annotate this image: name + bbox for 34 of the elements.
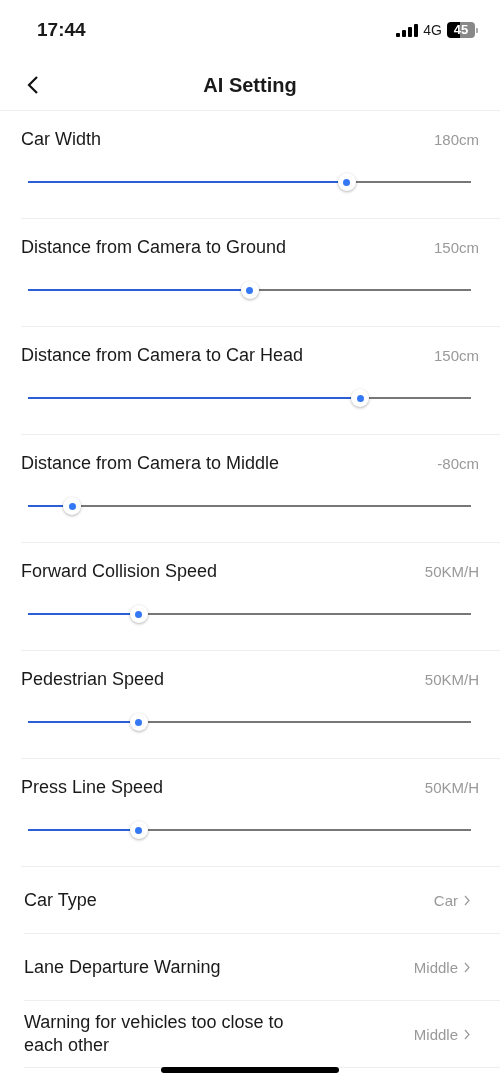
chevron-icon — [464, 894, 470, 906]
option-value: Car — [433, 891, 458, 909]
chevron-icon — [464, 961, 470, 973]
setting-value: 180cm — [433, 131, 479, 148]
setting-value: 150cm — [433, 239, 479, 256]
option-value: Middle — [413, 958, 458, 976]
slider-thumb[interactable] — [129, 821, 148, 839]
setting-value: 150cm — [433, 347, 479, 364]
clock-time: 17:44 — [37, 19, 87, 41]
slider-thumb[interactable] — [129, 713, 148, 731]
setting-label: Forward Collision Speed — [21, 561, 218, 582]
signal-icon — [396, 23, 419, 37]
setting-label: Distance from Camera to Middle — [21, 453, 280, 474]
option-label[interactable]: Lane Departure Warning — [24, 955, 324, 979]
slider-thumb[interactable] — [129, 605, 148, 623]
setting-label: Press Line Speed — [21, 777, 164, 798]
slider-thumb[interactable] — [63, 497, 82, 515]
setting-value: 50KM/H — [424, 671, 479, 688]
setting-value: -80cm — [437, 455, 479, 472]
setting-label: Distance from Camera to Car Head — [21, 345, 304, 366]
option-value: Middle — [413, 1025, 458, 1043]
setting-label: Distance from Camera to Ground — [21, 237, 287, 258]
network-label: 4G — [423, 22, 442, 38]
setting-value: 50KM/H — [424, 779, 479, 796]
chevron-icon — [464, 1028, 470, 1040]
page-title: AI Setting — [203, 73, 297, 97]
option-label[interactable]: Car Type — [24, 888, 324, 912]
setting-label: Pedestrian Speed — [21, 669, 165, 690]
slider-thumb[interactable] — [351, 389, 370, 407]
setting-value: 50KM/H — [424, 563, 479, 580]
slider-thumb[interactable] — [337, 173, 356, 191]
slider-thumb[interactable] — [240, 281, 259, 299]
option-label[interactable]: Warning for vehicles too close to each other — [24, 1011, 324, 1057]
setting-label: Car Width — [21, 129, 101, 150]
